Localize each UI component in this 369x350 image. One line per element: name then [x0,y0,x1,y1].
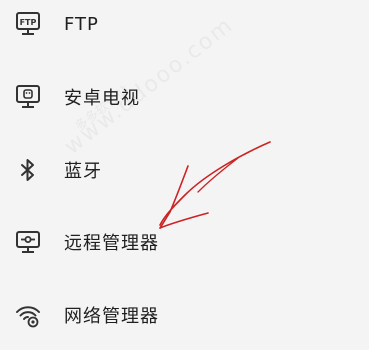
menu-item-label: 安卓电视 [64,88,140,109]
side-menu: 多多软件站 www.ddooo.com FTP FTP 安卓电视 [0,0,369,350]
menu-item-ftp[interactable]: FTP FTP [0,0,369,52]
tv-icon [13,82,43,112]
ftp-icon: FTP [13,9,43,39]
menu-item-android-tv[interactable]: 安卓电视 [0,69,369,125]
bluetooth-icon [13,155,43,185]
network-manager-icon [13,300,43,330]
menu-item-label: 网络管理器 [64,306,159,327]
menu-item-network-manager[interactable]: 网络管理器 [0,287,369,343]
menu-item-bluetooth[interactable]: 蓝牙 [0,142,369,198]
menu-item-label: 远程管理器 [64,233,159,254]
menu-item-label: 蓝牙 [64,161,102,182]
svg-text:FTP: FTP [20,18,37,27]
menu-item-label: FTP [64,13,99,35]
menu-item-remote-manager[interactable]: 远程管理器 [0,214,369,270]
remote-manager-icon [13,227,43,257]
